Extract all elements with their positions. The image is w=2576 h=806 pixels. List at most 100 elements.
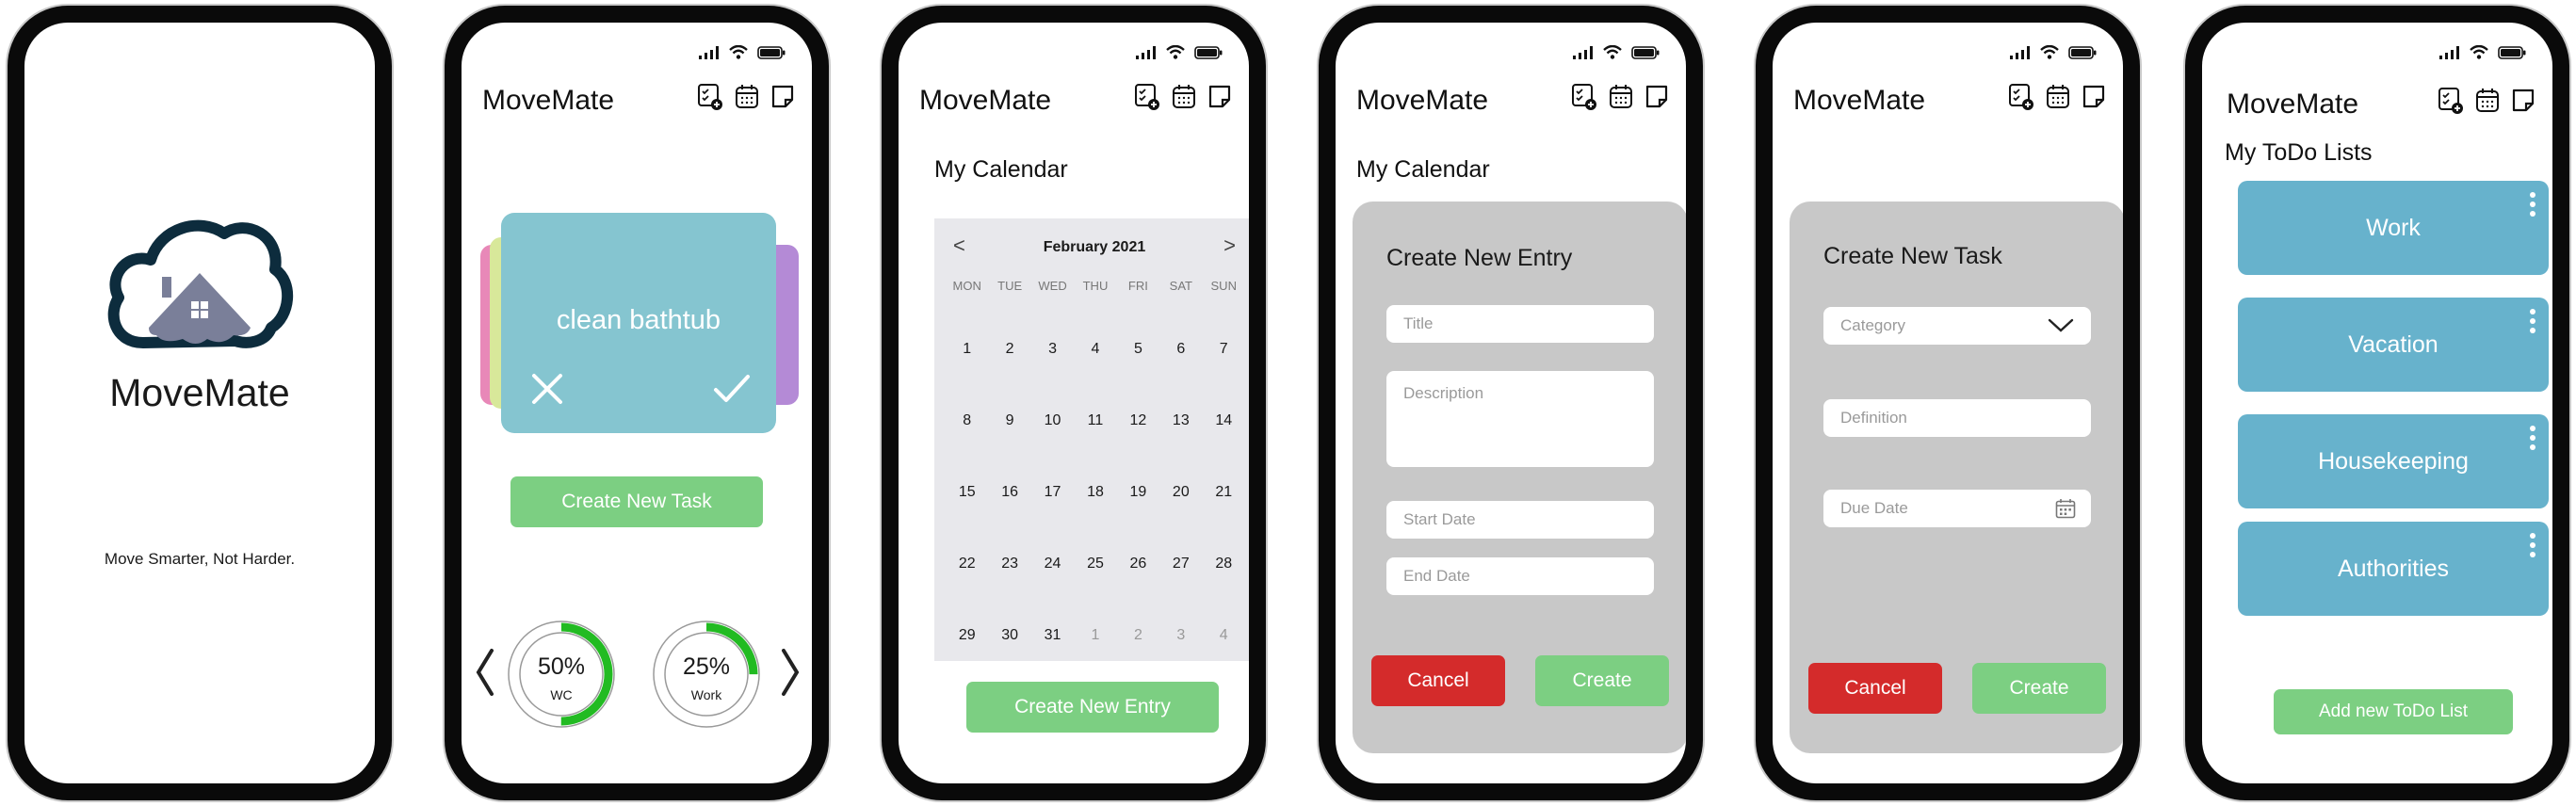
day-cell[interactable]: 30 (988, 627, 1030, 644)
day-cell[interactable]: 31 (1031, 627, 1074, 644)
day-cell[interactable]: 14 (1203, 412, 1245, 429)
cancel-button[interactable]: Cancel (1808, 663, 1942, 714)
description-input[interactable]: Description (1386, 371, 1654, 467)
todo-list-housekeeping[interactable]: Housekeeping (2238, 414, 2549, 508)
calendar-icon[interactable] (1609, 83, 1633, 109)
cancel-button[interactable]: Cancel (1371, 655, 1505, 706)
day-cell-next-month[interactable]: 2 (1117, 627, 1159, 644)
status-bar (2439, 45, 2526, 59)
carousel-next-icon[interactable] (780, 648, 801, 697)
day-cell[interactable]: 1 (946, 341, 988, 358)
checklist-add-icon[interactable] (1134, 83, 1160, 111)
day-cell[interactable]: 10 (1031, 412, 1074, 429)
battery-icon (1194, 45, 1223, 59)
day-cell[interactable]: 22 (946, 556, 988, 572)
checklist-add-icon[interactable] (2438, 87, 2464, 115)
day-cell[interactable]: 23 (988, 556, 1030, 572)
task-card[interactable]: clean bathtub (501, 213, 776, 433)
day-cell[interactable]: 19 (1117, 484, 1159, 501)
calendar-icon[interactable] (735, 83, 759, 109)
definition-input[interactable]: Definition (1823, 399, 2091, 437)
chevron-down-icon[interactable] (2048, 318, 2074, 333)
day-cell[interactable]: 4 (1074, 341, 1116, 358)
create-task-button[interactable]: Create New Task (510, 476, 763, 527)
start-date-input[interactable]: Start Date (1386, 501, 1654, 539)
day-cell[interactable]: 9 (988, 412, 1030, 429)
day-cell[interactable]: 28 (1203, 556, 1245, 572)
note-icon[interactable] (1207, 83, 1232, 109)
day-cell-next-month[interactable]: 4 (1203, 627, 1245, 644)
calendar-icon[interactable] (2046, 83, 2070, 109)
note-icon[interactable] (2511, 87, 2535, 113)
phone-new-task: MoveMate Create New Task Category Defini… (1754, 4, 2142, 802)
phone-new-entry: MoveMate My Calendar Create New Entry Ti… (1317, 4, 1705, 802)
week-row: 22 23 24 25 26 27 28 (946, 556, 1245, 572)
splash-app-title: MoveMate (109, 371, 290, 414)
create-button[interactable]: Create (1972, 663, 2106, 714)
day-cell[interactable]: 12 (1117, 412, 1159, 429)
day-cell[interactable]: 21 (1203, 484, 1245, 501)
day-cell[interactable]: 18 (1074, 484, 1116, 501)
reject-x-icon[interactable] (529, 371, 565, 407)
note-icon[interactable] (770, 83, 795, 109)
month-label: February 2021 (1043, 239, 1146, 255)
home-screen: MoveMate clean bathtub Create New Task 5… (462, 23, 812, 783)
day-cell[interactable]: 26 (1117, 556, 1159, 572)
note-icon[interactable] (1644, 83, 1669, 109)
calendar-icon[interactable] (2475, 87, 2500, 113)
day-cell-next-month[interactable]: 1 (1074, 627, 1116, 644)
create-entry-button[interactable]: Create New Entry (966, 682, 1219, 733)
app-title: MoveMate (919, 85, 1052, 116)
more-options-icon[interactable] (2530, 426, 2535, 450)
progress-ring-1: 25% Work (650, 618, 763, 731)
more-options-icon[interactable] (2530, 533, 2535, 557)
day-cell[interactable]: 11 (1074, 412, 1116, 429)
add-todo-list-button[interactable]: Add new ToDo List (2274, 689, 2513, 734)
calendar-icon[interactable] (1172, 83, 1196, 109)
signal-icon (699, 45, 719, 59)
end-date-input[interactable]: End Date (1386, 557, 1654, 595)
day-cell[interactable]: 7 (1203, 341, 1245, 358)
day-cell[interactable]: 24 (1031, 556, 1074, 572)
new-task-screen: MoveMate Create New Task Category Defini… (1773, 23, 2123, 783)
week-row: 1234567 (946, 341, 1245, 358)
day-cell-next-month[interactable]: 3 (1159, 627, 1202, 644)
todo-list-authorities[interactable]: Authorities (2238, 522, 2549, 616)
weekday-label: SUN (1210, 279, 1237, 293)
day-cell[interactable]: 5 (1117, 341, 1159, 358)
day-cell[interactable]: 16 (988, 484, 1030, 501)
more-options-icon[interactable] (2530, 192, 2535, 217)
more-options-icon[interactable] (2530, 309, 2535, 333)
accept-check-icon[interactable] (712, 371, 752, 407)
day-cell[interactable]: 20 (1159, 484, 1202, 501)
wifi-icon (2470, 45, 2488, 59)
create-entry-panel: Create New Entry Title Description Start… (1353, 202, 1686, 753)
day-cell[interactable]: 13 (1159, 412, 1202, 429)
create-button[interactable]: Create (1535, 655, 1669, 706)
checklist-add-icon[interactable] (1571, 83, 1597, 111)
battery-icon (1631, 45, 1660, 59)
todo-heading: My ToDo Lists (2225, 139, 2373, 166)
day-cell[interactable]: 29 (946, 627, 988, 644)
todo-list-work[interactable]: Work (2238, 181, 2549, 275)
day-cell[interactable]: 2 (988, 341, 1030, 358)
due-date-input[interactable]: Due Date (1823, 490, 2091, 527)
calendar-heading: My Calendar (1356, 156, 1490, 183)
calendar-picker-icon[interactable] (2055, 498, 2076, 519)
todo-list-vacation[interactable]: Vacation (2238, 298, 2549, 392)
checklist-add-icon[interactable] (697, 83, 723, 111)
day-cell[interactable]: 8 (946, 412, 988, 429)
day-cell[interactable]: 6 (1159, 341, 1202, 358)
day-cell[interactable]: 17 (1031, 484, 1074, 501)
title-input[interactable]: Title (1386, 305, 1654, 343)
day-cell[interactable]: 15 (946, 484, 988, 501)
next-month-button[interactable]: > (1223, 234, 1236, 258)
day-cell[interactable]: 3 (1031, 341, 1074, 358)
carousel-prev-icon[interactable] (475, 648, 495, 697)
week-row: 15 16 17 18 19 20 21 (946, 484, 1245, 501)
category-select[interactable]: Category (1823, 307, 2091, 345)
day-cell[interactable]: 25 (1074, 556, 1116, 572)
checklist-add-icon[interactable] (2008, 83, 2034, 111)
note-icon[interactable] (2082, 83, 2106, 109)
day-cell[interactable]: 27 (1159, 556, 1202, 572)
